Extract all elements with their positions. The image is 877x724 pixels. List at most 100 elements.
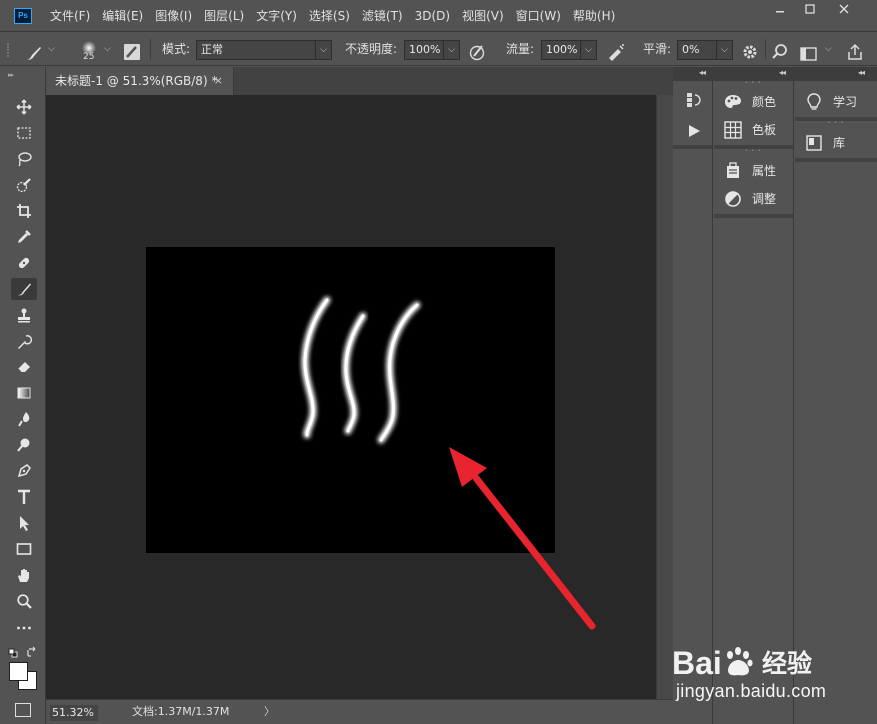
- clone-stamp-tool-icon[interactable]: [11, 304, 37, 326]
- panel-collapse-icon[interactable]: ▸▸: [8, 71, 14, 79]
- chevron-down-icon[interactable]: ⌵: [444, 40, 460, 60]
- paw-icon: [727, 647, 753, 676]
- menu-image[interactable]: 图像(I): [155, 0, 192, 32]
- libraries-panel-button[interactable]: 库: [803, 132, 875, 154]
- menu-type[interactable]: 文字(Y): [256, 0, 297, 32]
- brush-size-picker[interactable]: 25: [78, 36, 100, 64]
- watermark-brand: Bai: [672, 645, 722, 681]
- healing-brush-tool-icon[interactable]: [11, 252, 37, 274]
- pressure-opacity-icon[interactable]: [468, 41, 488, 61]
- opacity-input[interactable]: 100%: [404, 40, 444, 60]
- hand-tool-icon[interactable]: [11, 564, 37, 586]
- vertical-scrollbar[interactable]: [656, 95, 673, 699]
- properties-panel-button[interactable]: 属性: [722, 160, 794, 182]
- adjustments-panel-label: 调整: [752, 192, 777, 206]
- pen-tool-icon[interactable]: [11, 460, 37, 482]
- panel-grip[interactable]: • • •: [714, 149, 793, 154]
- workspace-dropdown-icon[interactable]: ⌵: [825, 33, 832, 66]
- status-bar: 51.32% 文档:1.37M/1.37M 〉: [46, 699, 673, 724]
- menu-select[interactable]: 选择(S): [309, 0, 350, 32]
- minimize-icon[interactable]: [766, 2, 794, 20]
- menu-edit[interactable]: 编辑(E): [102, 0, 143, 32]
- brush-tool-icon[interactable]: [11, 278, 37, 300]
- gradient-tool-icon[interactable]: [11, 382, 37, 404]
- type-tool-icon[interactable]: [11, 486, 37, 508]
- dock-divider: [714, 214, 793, 218]
- airbrush-icon[interactable]: [606, 41, 626, 61]
- menu-bar: Ps 文件(F) 编辑(E) 图像(I) 图层(L) 文字(Y) 选择(S) 滤…: [0, 0, 877, 32]
- marquee-tool-icon[interactable]: [11, 122, 37, 144]
- brush-settings-icon[interactable]: [123, 41, 141, 60]
- quick-mask-icon[interactable]: [15, 703, 31, 717]
- collapse-dock-icon[interactable]: ◂◂: [858, 67, 865, 79]
- zoom-level[interactable]: 51.32%: [50, 705, 98, 721]
- swatches-panel-label: 色板: [752, 123, 777, 137]
- dodge-tool-icon[interactable]: [11, 434, 37, 456]
- learn-panel-label: 学习: [833, 95, 858, 109]
- separator: [150, 39, 151, 60]
- eraser-tool-icon[interactable]: [11, 356, 37, 378]
- swatches-panel-button[interactable]: 色板: [722, 119, 794, 141]
- brush-preset-icon[interactable]: [24, 42, 44, 60]
- options-grip-icon: [6, 33, 10, 66]
- blur-tool-icon[interactable]: [11, 408, 37, 430]
- more-tools-icon[interactable]: [11, 617, 37, 639]
- crop-tool-icon[interactable]: [11, 200, 37, 222]
- history-icon[interactable]: [686, 92, 702, 111]
- document-tab[interactable]: 未标题-1 @ 51.3%(RGB/8) * ×: [46, 67, 234, 95]
- search-icon[interactable]: [771, 41, 789, 59]
- share-icon[interactable]: [846, 41, 864, 60]
- quick-select-tool-icon[interactable]: [11, 174, 37, 196]
- gear-icon[interactable]: [741, 41, 759, 59]
- rectangle-tool-icon[interactable]: [11, 538, 37, 560]
- palette-icon: [725, 95, 741, 108]
- close-icon[interactable]: [830, 2, 858, 20]
- chevron-down-icon[interactable]: ⌵: [581, 40, 597, 60]
- path-select-tool-icon[interactable]: [11, 512, 37, 534]
- flow-input[interactable]: 100%: [541, 40, 581, 60]
- panel-grip[interactable]: • • •: [714, 81, 793, 86]
- brush-preset-dropdown-icon[interactable]: ⌵: [48, 33, 55, 66]
- panel-grip[interactable]: • • •: [795, 121, 877, 126]
- document-info: 文档:1.37M/1.37M: [132, 705, 230, 718]
- collapse-dock-icon[interactable]: ◂◂: [699, 67, 706, 79]
- menu-filter[interactable]: 滤镜(T): [362, 0, 403, 32]
- history-brush-tool-icon[interactable]: [11, 330, 37, 352]
- brush-size-dropdown-icon[interactable]: ⌵: [104, 33, 111, 66]
- dock-header: ◂◂ ◂◂ ◂◂: [673, 67, 877, 81]
- eyedropper-tool-icon[interactable]: [11, 226, 37, 248]
- foreground-color-swatch[interactable]: [9, 662, 28, 681]
- play-icon[interactable]: [687, 123, 701, 142]
- swap-colors-icon[interactable]: [26, 646, 38, 658]
- learn-panel-button[interactable]: 学习: [803, 91, 875, 113]
- document-canvas[interactable]: [146, 247, 555, 553]
- zoom-tool-icon[interactable]: [11, 590, 37, 612]
- smoothing-input[interactable]: 0%: [677, 40, 717, 60]
- menu-help[interactable]: 帮助(H): [573, 0, 615, 32]
- canvas-workspace[interactable]: [46, 95, 656, 699]
- color-panel-button[interactable]: 颜色: [722, 91, 794, 113]
- status-menu-arrow[interactable]: 〉: [264, 700, 275, 724]
- menu-view[interactable]: 视图(V): [462, 0, 504, 32]
- adjustments-panel-button[interactable]: 调整: [722, 188, 794, 210]
- properties-icon: [727, 162, 739, 178]
- menu-layer[interactable]: 图层(L): [204, 0, 244, 32]
- mode-select[interactable]: 正常: [196, 40, 316, 60]
- properties-panel-label: 属性: [752, 164, 777, 178]
- chevron-down-icon[interactable]: ⌵: [316, 40, 332, 60]
- smoothing-label: 平滑:: [643, 42, 672, 56]
- mode-label: 模式:: [162, 42, 191, 56]
- workspace-icon[interactable]: [800, 42, 818, 61]
- default-colors-icon[interactable]: [8, 647, 18, 658]
- menu-window[interactable]: 窗口(W): [516, 0, 561, 32]
- dock-column-panels: • • • 颜色 色板 • • • 属性 调整: [714, 81, 794, 724]
- collapse-dock-icon[interactable]: ◂◂: [779, 67, 786, 79]
- maximize-icon[interactable]: [796, 2, 824, 20]
- move-tool-icon[interactable]: [11, 96, 37, 118]
- close-tab-icon[interactable]: ×: [214, 67, 223, 95]
- menu-3d[interactable]: 3D(D): [415, 0, 450, 32]
- lasso-tool-icon[interactable]: [11, 148, 37, 170]
- chevron-down-icon[interactable]: ⌵: [717, 40, 733, 60]
- menu-file[interactable]: 文件(F): [50, 0, 90, 32]
- brush-size-label: 25: [83, 52, 95, 62]
